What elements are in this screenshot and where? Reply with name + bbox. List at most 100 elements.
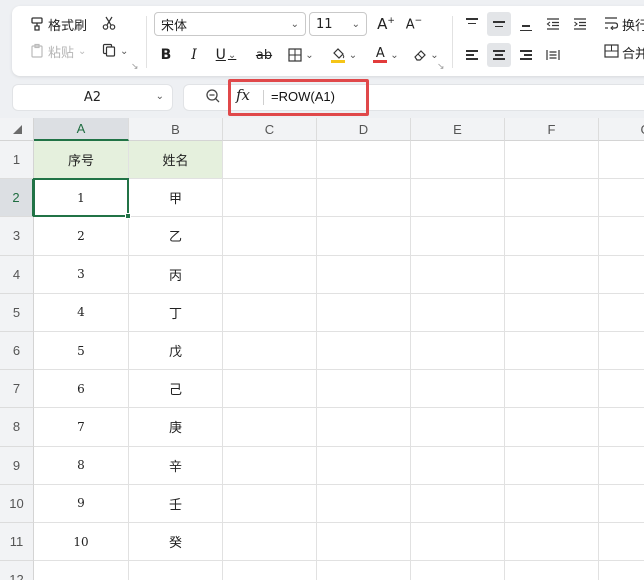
cell-f3[interactable] [505,217,599,256]
cell-d2[interactable] [317,179,411,218]
name-box[interactable]: A2 ⌄ [12,84,173,111]
row-header-2[interactable]: 2 [0,179,34,218]
cell-g12[interactable] [599,561,644,580]
cell-d5[interactable] [317,293,411,332]
zoom-out-icon[interactable] [204,88,222,106]
column-header-e[interactable]: E [411,118,505,141]
align-bottom-button[interactable] [514,12,538,36]
cell-b3[interactable]: 乙 [129,217,223,256]
cell-g7[interactable] [599,370,644,409]
row-header-1[interactable]: 1 [0,141,34,180]
cell-g3[interactable] [599,217,644,256]
clipboard-launcher-icon[interactable]: ↘ [131,62,139,72]
cell-a7[interactable]: 6 [34,370,129,409]
cell-e6[interactable] [411,332,505,371]
italic-button[interactable]: I [182,43,206,67]
column-header-d[interactable]: D [317,118,411,141]
cell-a8[interactable]: 7 [34,408,129,447]
cell-d11[interactable] [317,523,411,562]
decrease-indent-button[interactable] [541,12,565,36]
cell-a10[interactable]: 9 [34,484,129,523]
cell-b1[interactable]: 姓名 [129,141,223,180]
cell-d3[interactable] [317,217,411,256]
cell-e2[interactable] [411,179,505,218]
row-header-12[interactable]: 12 [0,561,34,580]
cell-f7[interactable] [505,370,599,409]
cell-b4[interactable]: 丙 [129,255,223,294]
format-painter-button[interactable]: 格式刷 [28,15,87,34]
font-launcher-icon[interactable]: ↘ [437,62,445,72]
increase-font-button[interactable]: A+ [374,12,398,36]
column-header-c[interactable]: C [223,118,317,141]
cell-c5[interactable] [223,293,317,332]
cell-d4[interactable] [317,255,411,294]
cell-a6[interactable]: 5 [34,332,129,371]
fill-handle[interactable] [125,213,131,220]
cut-button[interactable] [100,15,118,33]
cell-c12[interactable] [223,561,317,580]
cell-c1[interactable] [223,141,317,180]
column-header-g[interactable]: G [599,118,644,141]
distributed-align-button[interactable] [541,43,565,67]
cell-c11[interactable] [223,523,317,562]
cell-b10[interactable]: 壬 [129,484,223,523]
cell-d12[interactable] [317,561,411,580]
cell-c2[interactable] [223,179,317,218]
cell-g8[interactable] [599,408,644,447]
cell-b6[interactable]: 戊 [129,332,223,371]
align-middle-button[interactable] [487,12,511,36]
cell-b7[interactable]: 己 [129,370,223,409]
strikethrough-button[interactable]: ab [252,43,276,67]
cell-f9[interactable] [505,446,599,485]
cell-g1[interactable] [599,141,644,180]
font-size-select[interactable]: 11 ⌄ [309,12,367,36]
cell-a9[interactable]: 8 [34,446,129,485]
cell-b9[interactable]: 辛 [129,446,223,485]
cell-d7[interactable] [317,370,411,409]
cell-f1[interactable] [505,141,599,180]
cell-g2[interactable] [599,179,644,218]
row-header-7[interactable]: 7 [0,370,34,409]
paste-button[interactable]: 粘贴 ⌄ [28,42,86,61]
cell-b11[interactable]: 癸 [129,523,223,562]
select-all-corner[interactable] [0,118,34,141]
cell-a3[interactable]: 2 [34,217,129,256]
cell-f2[interactable] [505,179,599,218]
cell-c4[interactable] [223,255,317,294]
borders-button[interactable]: ⌄ [284,43,318,67]
cell-e12[interactable] [411,561,505,580]
cell-e1[interactable] [411,141,505,180]
cell-e11[interactable] [411,523,505,562]
row-header-10[interactable]: 10 [0,484,34,523]
align-top-button[interactable] [460,12,484,36]
cell-c3[interactable] [223,217,317,256]
cell-f12[interactable] [505,561,599,580]
cell-b8[interactable]: 庚 [129,408,223,447]
row-header-3[interactable]: 3 [0,217,34,256]
row-header-6[interactable]: 6 [0,332,34,371]
align-right-button[interactable] [514,43,538,67]
decrease-font-button[interactable]: A− [402,12,426,36]
cell-g6[interactable] [599,332,644,371]
cell-d10[interactable] [317,484,411,523]
underline-button[interactable]: U ⌄ [210,43,242,67]
cell-e5[interactable] [411,293,505,332]
row-header-5[interactable]: 5 [0,293,34,332]
font-name-select[interactable]: 宋体 ⌄ [154,12,306,36]
row-header-11[interactable]: 11 [0,523,34,562]
cell-e4[interactable] [411,255,505,294]
cell-d9[interactable] [317,446,411,485]
cell-b5[interactable]: 丁 [129,293,223,332]
column-header-f[interactable]: F [505,118,599,141]
cell-e9[interactable] [411,446,505,485]
cell-g4[interactable] [599,256,644,294]
copy-button[interactable]: ⌄ [100,42,128,60]
row-header-9[interactable]: 9 [0,446,34,485]
cell-f5[interactable] [505,293,599,332]
cell-a5[interactable]: 4 [34,293,129,332]
cell-a12[interactable] [34,561,129,580]
cell-a11[interactable]: 10 [34,523,129,562]
cell-g9[interactable] [599,447,644,485]
cell-c7[interactable] [223,370,317,409]
cell-g10[interactable] [599,485,644,523]
